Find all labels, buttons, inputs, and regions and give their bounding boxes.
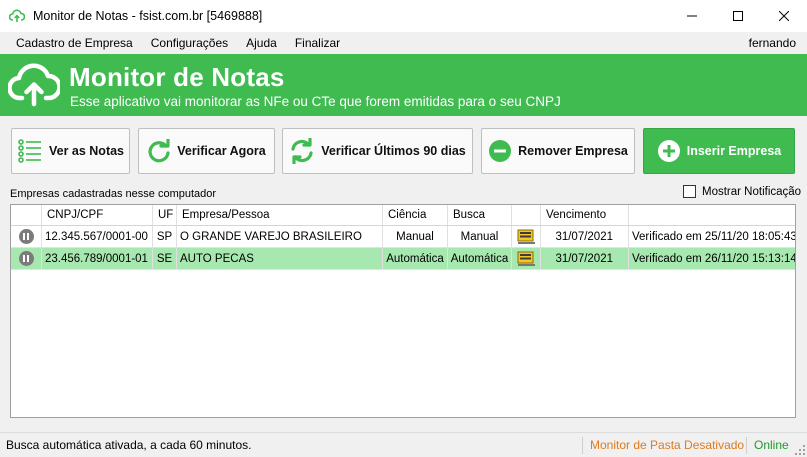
empresas-table[interactable]: CNPJ/CPF UF Empresa/Pessoa Ciência Busca… xyxy=(10,204,796,418)
close-icon xyxy=(779,11,789,21)
cell-status: Verificado em 25/11/20 18:05:43 xyxy=(632,230,795,243)
cloud-upload-logo-icon xyxy=(8,63,60,107)
header-empresa[interactable]: Empresa/Pessoa xyxy=(177,205,383,225)
verificar-agora-label: Verificar Agora xyxy=(177,144,266,158)
mostrar-notificacao-option[interactable]: Mostrar Notificação xyxy=(683,185,801,198)
details-button[interactable] xyxy=(512,248,541,269)
menu-configuracoes[interactable]: Configurações xyxy=(142,32,237,54)
status-monitor-pasta[interactable]: Monitor de Pasta Desativado xyxy=(590,438,744,452)
app-title: Monitor de Notas xyxy=(69,62,285,92)
cloud-upload-icon xyxy=(9,8,25,24)
inserir-empresa-label: Inserir Empresa xyxy=(686,144,782,158)
maximize-button[interactable] xyxy=(715,0,761,32)
user-name[interactable]: fernando xyxy=(749,32,796,54)
cell-ciencia: Automática xyxy=(383,248,448,269)
cell-vencimento: 31/07/2021 xyxy=(541,248,629,269)
header-busca[interactable]: Busca xyxy=(448,205,512,225)
message-icon xyxy=(517,229,535,244)
verificar-90-dias-button[interactable]: Verificar Últimos 90 dias xyxy=(282,128,473,174)
minimize-button[interactable] xyxy=(669,0,715,32)
cell-uf: SE xyxy=(153,248,177,269)
mostrar-notificacao-label: Mostrar Notificação xyxy=(702,185,802,198)
list-icon xyxy=(17,138,43,164)
remover-empresa-label: Remover Empresa xyxy=(518,144,628,158)
title-bar: Monitor de Notas - fsist.com.br [5469888… xyxy=(0,0,807,32)
cell-cnpj: 12.345.567/0001-00 xyxy=(42,226,153,247)
app-subtitle: Esse aplicativo vai monitorar as NFe ou … xyxy=(70,94,561,109)
sync-icon xyxy=(289,138,315,164)
status-bar: Busca automática ativada, a cada 60 minu… xyxy=(0,432,807,457)
empresas-list-label: Empresas cadastradas nesse computador xyxy=(10,188,217,200)
cell-uf: SP xyxy=(153,226,177,247)
cell-status: Verificado em 26/11/20 15:13:14 xyxy=(632,252,795,265)
mostrar-notificacao-checkbox[interactable] xyxy=(683,185,696,198)
header-action xyxy=(512,205,541,225)
ver-notas-label: Ver as Notas xyxy=(48,144,125,158)
maximize-icon xyxy=(733,11,743,21)
header-uf[interactable]: UF xyxy=(153,205,177,225)
refresh-icon xyxy=(147,139,171,163)
plus-circle-icon xyxy=(657,139,681,163)
header-status xyxy=(629,205,795,225)
menu-ajuda[interactable]: Ajuda xyxy=(237,32,286,54)
verificar-90-dias-label: Verificar Últimos 90 dias xyxy=(321,144,466,158)
menu-bar: Cadastro de Empresa Configurações Ajuda … xyxy=(0,32,807,54)
cell-busca: Automática xyxy=(448,248,512,269)
table-header: CNPJ/CPF UF Empresa/Pessoa Ciência Busca… xyxy=(11,205,795,226)
cell-cnpj: 23.456.789/0001-01 xyxy=(42,248,153,269)
minimize-icon xyxy=(687,15,697,17)
resize-grip-icon[interactable] xyxy=(795,445,805,455)
pause-button[interactable] xyxy=(11,248,42,269)
header-banner: Monitor de Notas Esse aplicativo vai mon… xyxy=(0,54,807,116)
ver-notas-button[interactable]: Ver as Notas xyxy=(11,128,130,174)
pause-icon xyxy=(18,251,34,266)
pause-icon xyxy=(18,229,34,244)
header-ciencia[interactable]: Ciência xyxy=(383,205,448,225)
cell-empresa: O GRANDE VAREJO BRASILEIRO xyxy=(177,226,383,247)
inserir-empresa-button[interactable]: Inserir Empresa xyxy=(643,128,795,174)
cell-empresa: AUTO PECAS xyxy=(177,248,383,269)
minus-circle-icon xyxy=(488,139,512,163)
cell-ciencia: Manual xyxy=(383,226,448,247)
header-vencimento[interactable]: Vencimento xyxy=(541,205,629,225)
menu-cadastro-empresa[interactable]: Cadastro de Empresa xyxy=(0,32,142,54)
status-online: Online xyxy=(754,438,789,452)
remover-empresa-button[interactable]: Remover Empresa xyxy=(481,128,635,174)
pause-button[interactable] xyxy=(11,226,42,247)
header-pause xyxy=(11,205,42,225)
menu-finalizar[interactable]: Finalizar xyxy=(286,32,349,54)
close-button[interactable] xyxy=(761,0,807,32)
message-icon xyxy=(517,251,535,266)
action-toolbar: Ver as Notas Verificar Agora Verificar Ú… xyxy=(11,128,795,174)
status-divider xyxy=(746,437,747,454)
window-title: Monitor de Notas - fsist.com.br [5469888… xyxy=(33,9,263,23)
verificar-agora-button[interactable]: Verificar Agora xyxy=(138,128,275,174)
cell-busca: Manual xyxy=(448,226,512,247)
header-cnpj[interactable]: CNPJ/CPF xyxy=(42,205,153,225)
table-row-selected[interactable]: 23.456.789/0001-01 SE AUTO PECAS Automát… xyxy=(11,248,795,270)
cell-vencimento: 31/07/2021 xyxy=(541,226,629,247)
status-divider xyxy=(582,437,583,454)
status-busca-automatica: Busca automática ativada, a cada 60 minu… xyxy=(6,438,252,452)
table-row[interactable]: 12.345.567/0001-00 SP O GRANDE VAREJO BR… xyxy=(11,226,795,248)
details-button[interactable] xyxy=(512,226,541,247)
